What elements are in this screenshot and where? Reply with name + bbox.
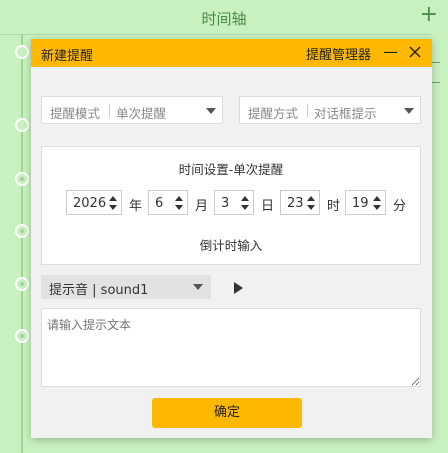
day-unit: 日 xyxy=(261,199,275,214)
increment-icon[interactable] xyxy=(175,196,183,201)
timeline-node[interactable] xyxy=(15,224,29,238)
sound-label: 提示音 xyxy=(49,283,89,298)
month-value: 6 xyxy=(155,196,164,211)
decrement-icon[interactable] xyxy=(175,205,183,210)
increment-icon[interactable] xyxy=(241,196,249,201)
dialog-titlebar[interactable]: 新建提醒 提醒管理器 xyxy=(31,39,432,67)
time-settings-title: 时间设置-单次提醒 xyxy=(178,162,284,177)
chevron-down-icon xyxy=(193,284,203,290)
timeline-line xyxy=(21,34,23,453)
decrement-icon[interactable] xyxy=(307,205,315,210)
year-value: 2026 xyxy=(73,196,107,211)
timeline-tick xyxy=(432,82,440,83)
timeline-tick xyxy=(432,62,440,63)
minute-stepper[interactable]: 19 xyxy=(345,190,386,215)
month-stepper[interactable]: 6 xyxy=(148,190,188,215)
decrement-icon[interactable] xyxy=(241,205,249,210)
year-stepper[interactable]: 2026 xyxy=(66,190,122,215)
decrement-icon[interactable] xyxy=(373,205,381,210)
reminder-mode-label: 提醒模式 xyxy=(50,106,101,121)
confirm-button[interactable]: 确定 xyxy=(152,398,302,428)
minimize-icon[interactable] xyxy=(384,52,397,53)
month-unit: 月 xyxy=(195,199,209,214)
hour-value: 23 xyxy=(287,196,304,211)
chevron-down-icon xyxy=(404,108,414,114)
dialog-title: 新建提醒 xyxy=(41,49,94,64)
play-icon[interactable] xyxy=(234,282,243,294)
timeline-right-strip xyxy=(432,34,448,453)
plus-icon[interactable]: + xyxy=(420,2,438,28)
sound-value: sound1 xyxy=(100,283,149,298)
reminder-mode-select[interactable]: 提醒模式 单次提醒 xyxy=(41,96,223,124)
sound-select[interactable]: 提示音 | sound1 xyxy=(41,275,211,299)
new-reminder-dialog: 新建提醒 提醒管理器 提醒模式 单次提醒 提醒方式 对话框提示 时间设置-单次提… xyxy=(31,39,432,438)
timeline-node[interactable] xyxy=(15,277,29,291)
reminder-mode-value: 单次提醒 xyxy=(116,106,167,121)
reminder-method-value: 对话框提示 xyxy=(314,106,377,121)
reminder-method-label: 提醒方式 xyxy=(248,106,299,121)
select-separator xyxy=(307,104,308,117)
increment-icon[interactable] xyxy=(307,196,315,201)
timeline-node[interactable] xyxy=(15,172,29,186)
timeline-header: 时间轴 + xyxy=(0,0,448,35)
minute-value: 19 xyxy=(352,196,369,211)
hour-stepper[interactable]: 23 xyxy=(280,190,320,215)
timeline-node[interactable] xyxy=(15,118,29,132)
timeline-node[interactable] xyxy=(15,45,29,59)
minute-unit: 分 xyxy=(393,199,407,214)
reminder-text-input[interactable] xyxy=(41,308,421,387)
reminder-method-select[interactable]: 提醒方式 对话框提示 xyxy=(239,96,421,124)
day-value: 3 xyxy=(221,196,230,211)
close-icon[interactable] xyxy=(407,44,423,60)
timeline-node[interactable] xyxy=(15,329,29,343)
time-settings-panel: 时间设置-单次提醒 2026 年 6 月 3 日 23 时 19 分 倒计时输入 xyxy=(41,146,421,265)
increment-icon[interactable] xyxy=(373,196,381,201)
reminder-manager-link[interactable]: 提醒管理器 xyxy=(306,44,371,63)
hour-unit: 时 xyxy=(327,199,341,214)
select-separator xyxy=(109,104,110,117)
day-stepper[interactable]: 3 xyxy=(214,190,254,215)
chevron-down-icon xyxy=(206,108,216,114)
decrement-icon[interactable] xyxy=(109,205,117,210)
increment-icon[interactable] xyxy=(109,196,117,201)
countdown-input-link[interactable]: 倒计时输入 xyxy=(42,235,420,254)
timeline-title: 时间轴 xyxy=(201,10,247,28)
sound-select-text: 提示音 | sound1 xyxy=(49,283,149,298)
year-unit: 年 xyxy=(129,199,143,214)
